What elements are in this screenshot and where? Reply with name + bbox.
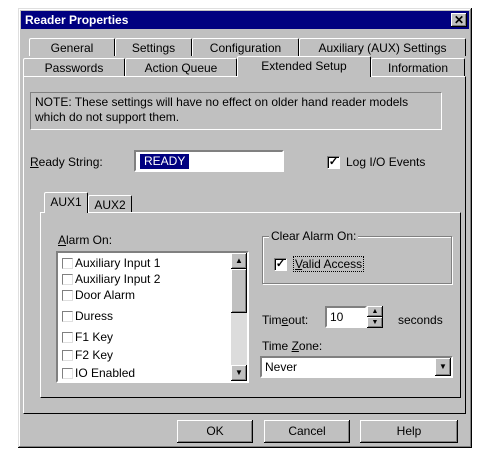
clear-alarm-label: Clear Alarm On:	[269, 229, 359, 243]
note-text: NOTE: These settings will have no effect…	[30, 92, 442, 130]
close-button[interactable]: ✕	[451, 13, 467, 27]
list-item[interactable]: Auxiliary Input 1	[62, 255, 160, 271]
valid-access-label: Valid Access	[293, 256, 365, 272]
ready-string-value: READY	[140, 154, 190, 169]
list-item[interactable]: Door Alarm	[62, 287, 135, 303]
alarm-on-list[interactable]: Auxiliary Input 1 Auxiliary Input 2 Door…	[56, 251, 249, 383]
timeout-value: 10	[330, 310, 344, 324]
list-item[interactable]: F1 Key	[62, 329, 113, 345]
ready-string-input[interactable]: READY	[134, 150, 284, 172]
timeout-unit: seconds	[398, 313, 443, 327]
window-title: Reader Properties	[25, 13, 129, 27]
tab-extended-setup[interactable]: Extended Setup	[237, 56, 371, 77]
timeout-down-button[interactable]: ▼	[367, 317, 383, 328]
checkbox-icon[interactable]	[62, 290, 73, 302]
log-io-label: Log I/O Events	[346, 155, 426, 169]
timeout-input[interactable]: 10	[325, 306, 367, 328]
chevron-down-icon[interactable]: ▼	[435, 358, 451, 376]
reader-properties-dialog: Reader Properties ✕ General Settings Con…	[18, 8, 472, 448]
tab-settings[interactable]: Settings	[115, 38, 192, 56]
list-item[interactable]: F2 Key	[62, 347, 113, 363]
scroll-down-button[interactable]: ▼	[231, 365, 247, 381]
scroll-up-button[interactable]: ▲	[231, 253, 247, 269]
ready-string-label: Ready String:	[30, 155, 103, 169]
checkbox-icon[interactable]	[62, 311, 73, 323]
timeout-up-button[interactable]: ▲	[367, 306, 383, 317]
timeout-label: Timeout:	[262, 313, 309, 327]
checkbox-icon[interactable]	[62, 258, 73, 270]
help-button[interactable]: Help	[360, 420, 458, 443]
scrollbar[interactable]: ▲ ▼	[231, 253, 247, 381]
titlebar: Reader Properties ✕	[21, 11, 469, 29]
cancel-button[interactable]: Cancel	[264, 420, 350, 443]
close-icon: ✕	[453, 13, 465, 27]
checkbox-icon[interactable]	[62, 332, 73, 344]
time-zone-select[interactable]: Never ▼	[260, 356, 453, 378]
tab-action-queue[interactable]: Action Queue	[125, 58, 237, 76]
tab-general[interactable]: General	[29, 38, 115, 56]
scroll-thumb[interactable]	[231, 269, 247, 313]
valid-access-checkbox[interactable]: ✓	[274, 258, 287, 271]
tab-aux2[interactable]: AUX2	[88, 195, 132, 213]
log-io-checkbox[interactable]: ✓	[327, 156, 340, 169]
checkbox-icon[interactable]	[62, 368, 73, 380]
alarm-on-label: Alarm On:	[58, 233, 113, 247]
tab-aux1[interactable]: AUX1	[44, 192, 88, 213]
time-zone-label: Time Zone:	[262, 339, 323, 353]
list-item[interactable]: IO Enabled	[62, 365, 135, 381]
list-item[interactable]: Auxiliary Input 2	[62, 271, 160, 287]
tab-configuration[interactable]: Configuration	[192, 38, 299, 56]
list-item[interactable]: Duress	[62, 308, 113, 324]
time-zone-value: Never	[265, 360, 298, 374]
tab-information[interactable]: Information	[371, 58, 465, 76]
tab-passwords[interactable]: Passwords	[23, 58, 125, 76]
tab-auxiliary-settings[interactable]: Auxiliary (AUX) Settings	[299, 38, 466, 56]
checkbox-icon[interactable]	[62, 350, 73, 362]
checkbox-icon[interactable]	[62, 274, 73, 286]
ok-button[interactable]: OK	[177, 420, 253, 443]
